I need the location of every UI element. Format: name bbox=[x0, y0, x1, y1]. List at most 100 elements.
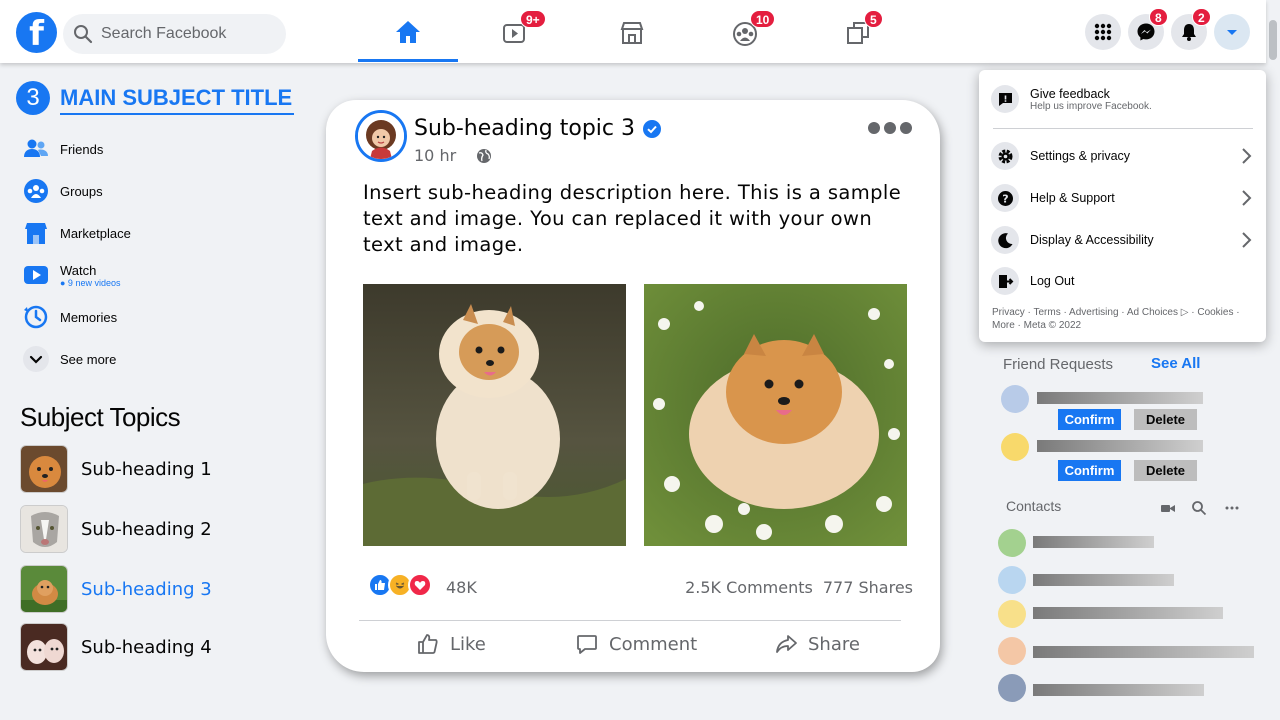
friend-requests-heading: Friend Requests bbox=[1003, 356, 1114, 373]
post-author-name: Sub-heading topic 3 bbox=[414, 116, 635, 141]
more-options-icon[interactable] bbox=[1224, 500, 1240, 516]
memories-icon bbox=[22, 303, 50, 331]
step-number: 3 bbox=[16, 81, 50, 115]
avatar[interactable] bbox=[1001, 385, 1029, 413]
contact-avatar[interactable] bbox=[998, 566, 1026, 594]
contact-avatar[interactable] bbox=[998, 529, 1026, 557]
contact-avatar[interactable] bbox=[998, 600, 1026, 628]
video-call-icon[interactable] bbox=[1160, 500, 1176, 516]
post-author[interactable]: Sub-heading topic 3 bbox=[414, 116, 661, 141]
menu-item-give-feedback[interactable]: Give feedback Help us improve Facebook. bbox=[991, 84, 1253, 114]
menu-item-help-support[interactable]: ? Help & Support bbox=[991, 183, 1253, 213]
menu-item-label: Log Out bbox=[1030, 274, 1075, 288]
tab-watch[interactable]: 9+ bbox=[465, 4, 565, 62]
topics-heading: Subject Topics bbox=[20, 402, 181, 432]
facebook-logo-icon[interactable]: f bbox=[16, 12, 57, 53]
contact-name-placeholder bbox=[1033, 536, 1154, 548]
sidebar: Friends Groups Marketplace Watch ● 9 new… bbox=[10, 128, 310, 380]
tab-marketplace[interactable] bbox=[582, 4, 682, 62]
post-image-1[interactable] bbox=[363, 284, 626, 546]
contact-name-placeholder bbox=[1033, 646, 1254, 658]
feedback-icon bbox=[991, 85, 1019, 113]
menu-footer-links[interactable]: Privacy · Terms · Advertising · Ad Choic… bbox=[992, 306, 1257, 332]
contact-avatar[interactable] bbox=[998, 674, 1026, 702]
sidebar-item-marketplace[interactable]: Marketplace bbox=[10, 212, 310, 254]
top-bar: f 9+ 10 5 8 2 bbox=[0, 0, 1266, 63]
topic-label: Sub-heading 4 bbox=[81, 636, 212, 658]
post-image-2[interactable] bbox=[644, 284, 907, 546]
chevron-right-icon bbox=[1242, 190, 1252, 206]
avatar[interactable] bbox=[1001, 433, 1029, 461]
account-dropdown-menu: Give feedback Help us improve Facebook. … bbox=[979, 70, 1266, 342]
topic-label: Sub-heading 1 bbox=[81, 458, 212, 480]
share-count[interactable]: 777 Shares bbox=[823, 578, 913, 597]
menu-item-settings-privacy[interactable]: Settings & privacy bbox=[991, 141, 1253, 171]
verified-badge-icon bbox=[643, 119, 661, 138]
search-input[interactable] bbox=[101, 25, 271, 43]
scrollbar-thumb[interactable] bbox=[1269, 20, 1277, 60]
confirm-button[interactable]: Confirm bbox=[1058, 460, 1121, 481]
menu-divider bbox=[993, 128, 1253, 129]
gaming-badge: 5 bbox=[864, 10, 883, 28]
messenger-button[interactable]: 8 bbox=[1128, 8, 1168, 50]
comment-button[interactable]: Comment bbox=[575, 632, 697, 656]
post-options-icon[interactable] bbox=[868, 122, 912, 134]
watch-icon bbox=[22, 261, 50, 289]
watch-badge: 9+ bbox=[520, 10, 546, 28]
sidebar-item-watch[interactable]: Watch ● 9 new videos bbox=[10, 254, 310, 296]
sidebar-item-label: See more bbox=[60, 351, 117, 367]
thumbs-up-icon bbox=[418, 634, 438, 654]
search-icon[interactable] bbox=[1191, 500, 1207, 516]
name-placeholder bbox=[1037, 440, 1203, 452]
author-avatar[interactable] bbox=[355, 110, 407, 162]
search-box[interactable] bbox=[63, 14, 286, 54]
scrollbar[interactable] bbox=[1266, 0, 1280, 720]
notifications-badge: 2 bbox=[1192, 8, 1211, 26]
topic-thumbnail bbox=[20, 445, 68, 493]
topic-item-2[interactable]: Sub-heading 2 bbox=[20, 505, 280, 553]
topic-item-4[interactable]: Sub-heading 4 bbox=[20, 623, 280, 671]
notifications-button[interactable]: 2 bbox=[1171, 8, 1211, 50]
menu-item-label: Display & Accessibility bbox=[1030, 233, 1154, 247]
menu-item-log-out[interactable]: Log Out bbox=[991, 266, 1253, 296]
topic-item-3[interactable]: Sub-heading 3 bbox=[20, 565, 280, 613]
log-out-icon bbox=[991, 267, 1019, 295]
home-icon bbox=[396, 20, 420, 43]
love-reaction-icon bbox=[408, 572, 432, 597]
sidebar-item-groups[interactable]: Groups bbox=[10, 170, 310, 212]
watch-new-videos: ● 9 new videos bbox=[60, 277, 121, 288]
like-button[interactable]: Like bbox=[416, 632, 486, 656]
see-all-link[interactable]: See All bbox=[1151, 355, 1200, 372]
tab-gaming[interactable]: 5 bbox=[808, 4, 908, 62]
tab-home[interactable] bbox=[358, 4, 458, 62]
tab-groups[interactable]: 10 bbox=[695, 4, 795, 62]
contact-name-placeholder bbox=[1033, 607, 1223, 619]
menu-grid-button[interactable] bbox=[1085, 14, 1121, 50]
contacts-heading: Contacts bbox=[1006, 498, 1062, 514]
reactions[interactable]: 48K bbox=[368, 572, 477, 597]
comment-label: Comment bbox=[609, 633, 698, 655]
sidebar-item-see-more[interactable]: See more bbox=[10, 338, 310, 380]
svg-text:?: ? bbox=[1002, 192, 1008, 205]
menu-item-display-accessibility[interactable]: Display & Accessibility bbox=[991, 225, 1253, 255]
topic-thumbnail bbox=[20, 565, 68, 613]
contact-avatar[interactable] bbox=[998, 637, 1026, 665]
delete-button[interactable]: Delete bbox=[1134, 460, 1197, 481]
sidebar-item-friends[interactable]: Friends bbox=[10, 128, 310, 170]
globe-icon bbox=[477, 148, 492, 163]
account-menu-button[interactable] bbox=[1214, 14, 1250, 50]
delete-button[interactable]: Delete bbox=[1134, 409, 1197, 430]
sidebar-item-memories[interactable]: Memories bbox=[10, 296, 310, 338]
confirm-button[interactable]: Confirm bbox=[1058, 409, 1121, 430]
messenger-badge: 8 bbox=[1149, 8, 1168, 26]
help-icon: ? bbox=[991, 184, 1019, 212]
share-button[interactable]: Share bbox=[774, 632, 860, 656]
chevron-right-icon bbox=[1242, 148, 1252, 164]
name-placeholder bbox=[1037, 392, 1203, 404]
reaction-count: 48K bbox=[446, 578, 477, 597]
engagement-counts: 2.5K Comments 777 Shares bbox=[685, 578, 913, 597]
contact-name-placeholder bbox=[1033, 574, 1174, 586]
like-label: Like bbox=[450, 633, 486, 655]
topic-item-1[interactable]: Sub-heading 1 bbox=[20, 445, 280, 493]
comment-count[interactable]: 2.5K Comments bbox=[685, 578, 813, 597]
